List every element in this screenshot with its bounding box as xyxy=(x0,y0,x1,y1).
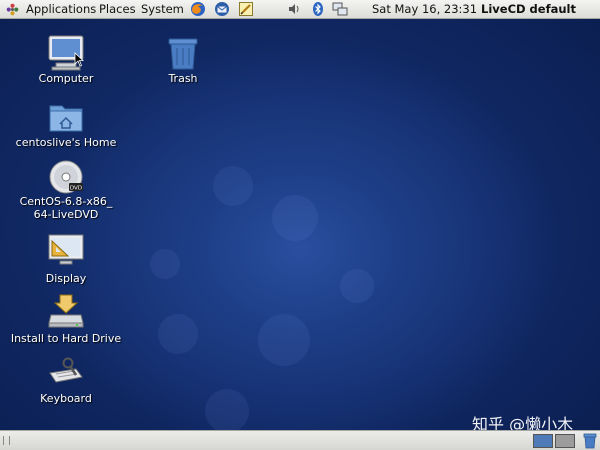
desktop[interactable]: Computer centoslive's Home DVD CentOS-6.… xyxy=(0,19,600,430)
desktop-icon-label: CentOS-6.8-x86_ 64-LiveDVD xyxy=(19,195,113,221)
text-editor-icon[interactable] xyxy=(238,1,254,17)
background-bubble xyxy=(158,314,198,354)
trash-icon xyxy=(168,38,198,70)
background-bubble xyxy=(150,249,180,279)
desktop-icon-label: centoslive's Home xyxy=(15,136,117,149)
trash-applet-icon[interactable] xyxy=(583,433,597,449)
svg-text:DVD: DVD xyxy=(70,186,82,192)
thunderbird-icon[interactable] xyxy=(214,1,230,17)
bluetooth-icon[interactable] xyxy=(310,1,326,17)
home-folder-icon xyxy=(49,105,83,132)
applications-menu[interactable]: Applications xyxy=(26,0,96,18)
dvd-icon: DVD xyxy=(49,160,83,194)
desktop-icon-home[interactable]: centoslive's Home xyxy=(6,95,126,151)
desktop-icon-label: Computer xyxy=(38,72,94,85)
system-menu[interactable]: System xyxy=(141,0,184,18)
network-icon[interactable] xyxy=(332,1,348,17)
desktop-icon-keyboard[interactable]: Keyboard xyxy=(16,349,116,405)
background-bubble xyxy=(272,195,318,241)
top-panel: Applications Places System Sat May 16, 2… xyxy=(0,0,600,34)
show-desktop-handle[interactable] xyxy=(3,436,10,445)
computer-icon xyxy=(48,35,85,71)
gnome-foot-icon[interactable] xyxy=(5,2,20,17)
desktop-icon-label: Display xyxy=(45,272,87,285)
desktop-icon-label: Install to Hard Drive xyxy=(10,332,122,345)
background-bubble xyxy=(213,166,253,206)
install-icon xyxy=(48,294,84,328)
workspace-1[interactable] xyxy=(533,434,553,448)
desktop-icon-label: Trash xyxy=(168,72,198,85)
places-menu[interactable]: Places xyxy=(99,0,136,18)
desktop-icon-trash[interactable]: Trash xyxy=(143,31,223,87)
desktop-icon-display[interactable]: Display xyxy=(16,229,116,285)
display-icon xyxy=(48,234,84,265)
watermark-text: 知乎 @懒小木 xyxy=(472,415,574,430)
desktop-icon-dvd[interactable]: DVD CentOS-6.8-x86_ 64-LiveDVD xyxy=(6,155,126,227)
desktop-icon-install[interactable]: Install to Hard Drive xyxy=(6,289,126,345)
keyboard-icon xyxy=(49,357,83,383)
workspace-2[interactable] xyxy=(555,434,575,448)
desktop-icon-computer[interactable]: Computer xyxy=(16,31,116,87)
background-bubble xyxy=(258,314,310,366)
desktop-icon-label: Keyboard xyxy=(40,392,92,405)
background-bubble xyxy=(340,269,374,303)
bottom-panel xyxy=(0,430,600,450)
background-bubble xyxy=(205,389,249,430)
firefox-icon[interactable] xyxy=(190,1,206,17)
clock[interactable]: Sat May 16, 23:31 xyxy=(372,0,477,18)
volume-icon[interactable] xyxy=(286,1,302,17)
